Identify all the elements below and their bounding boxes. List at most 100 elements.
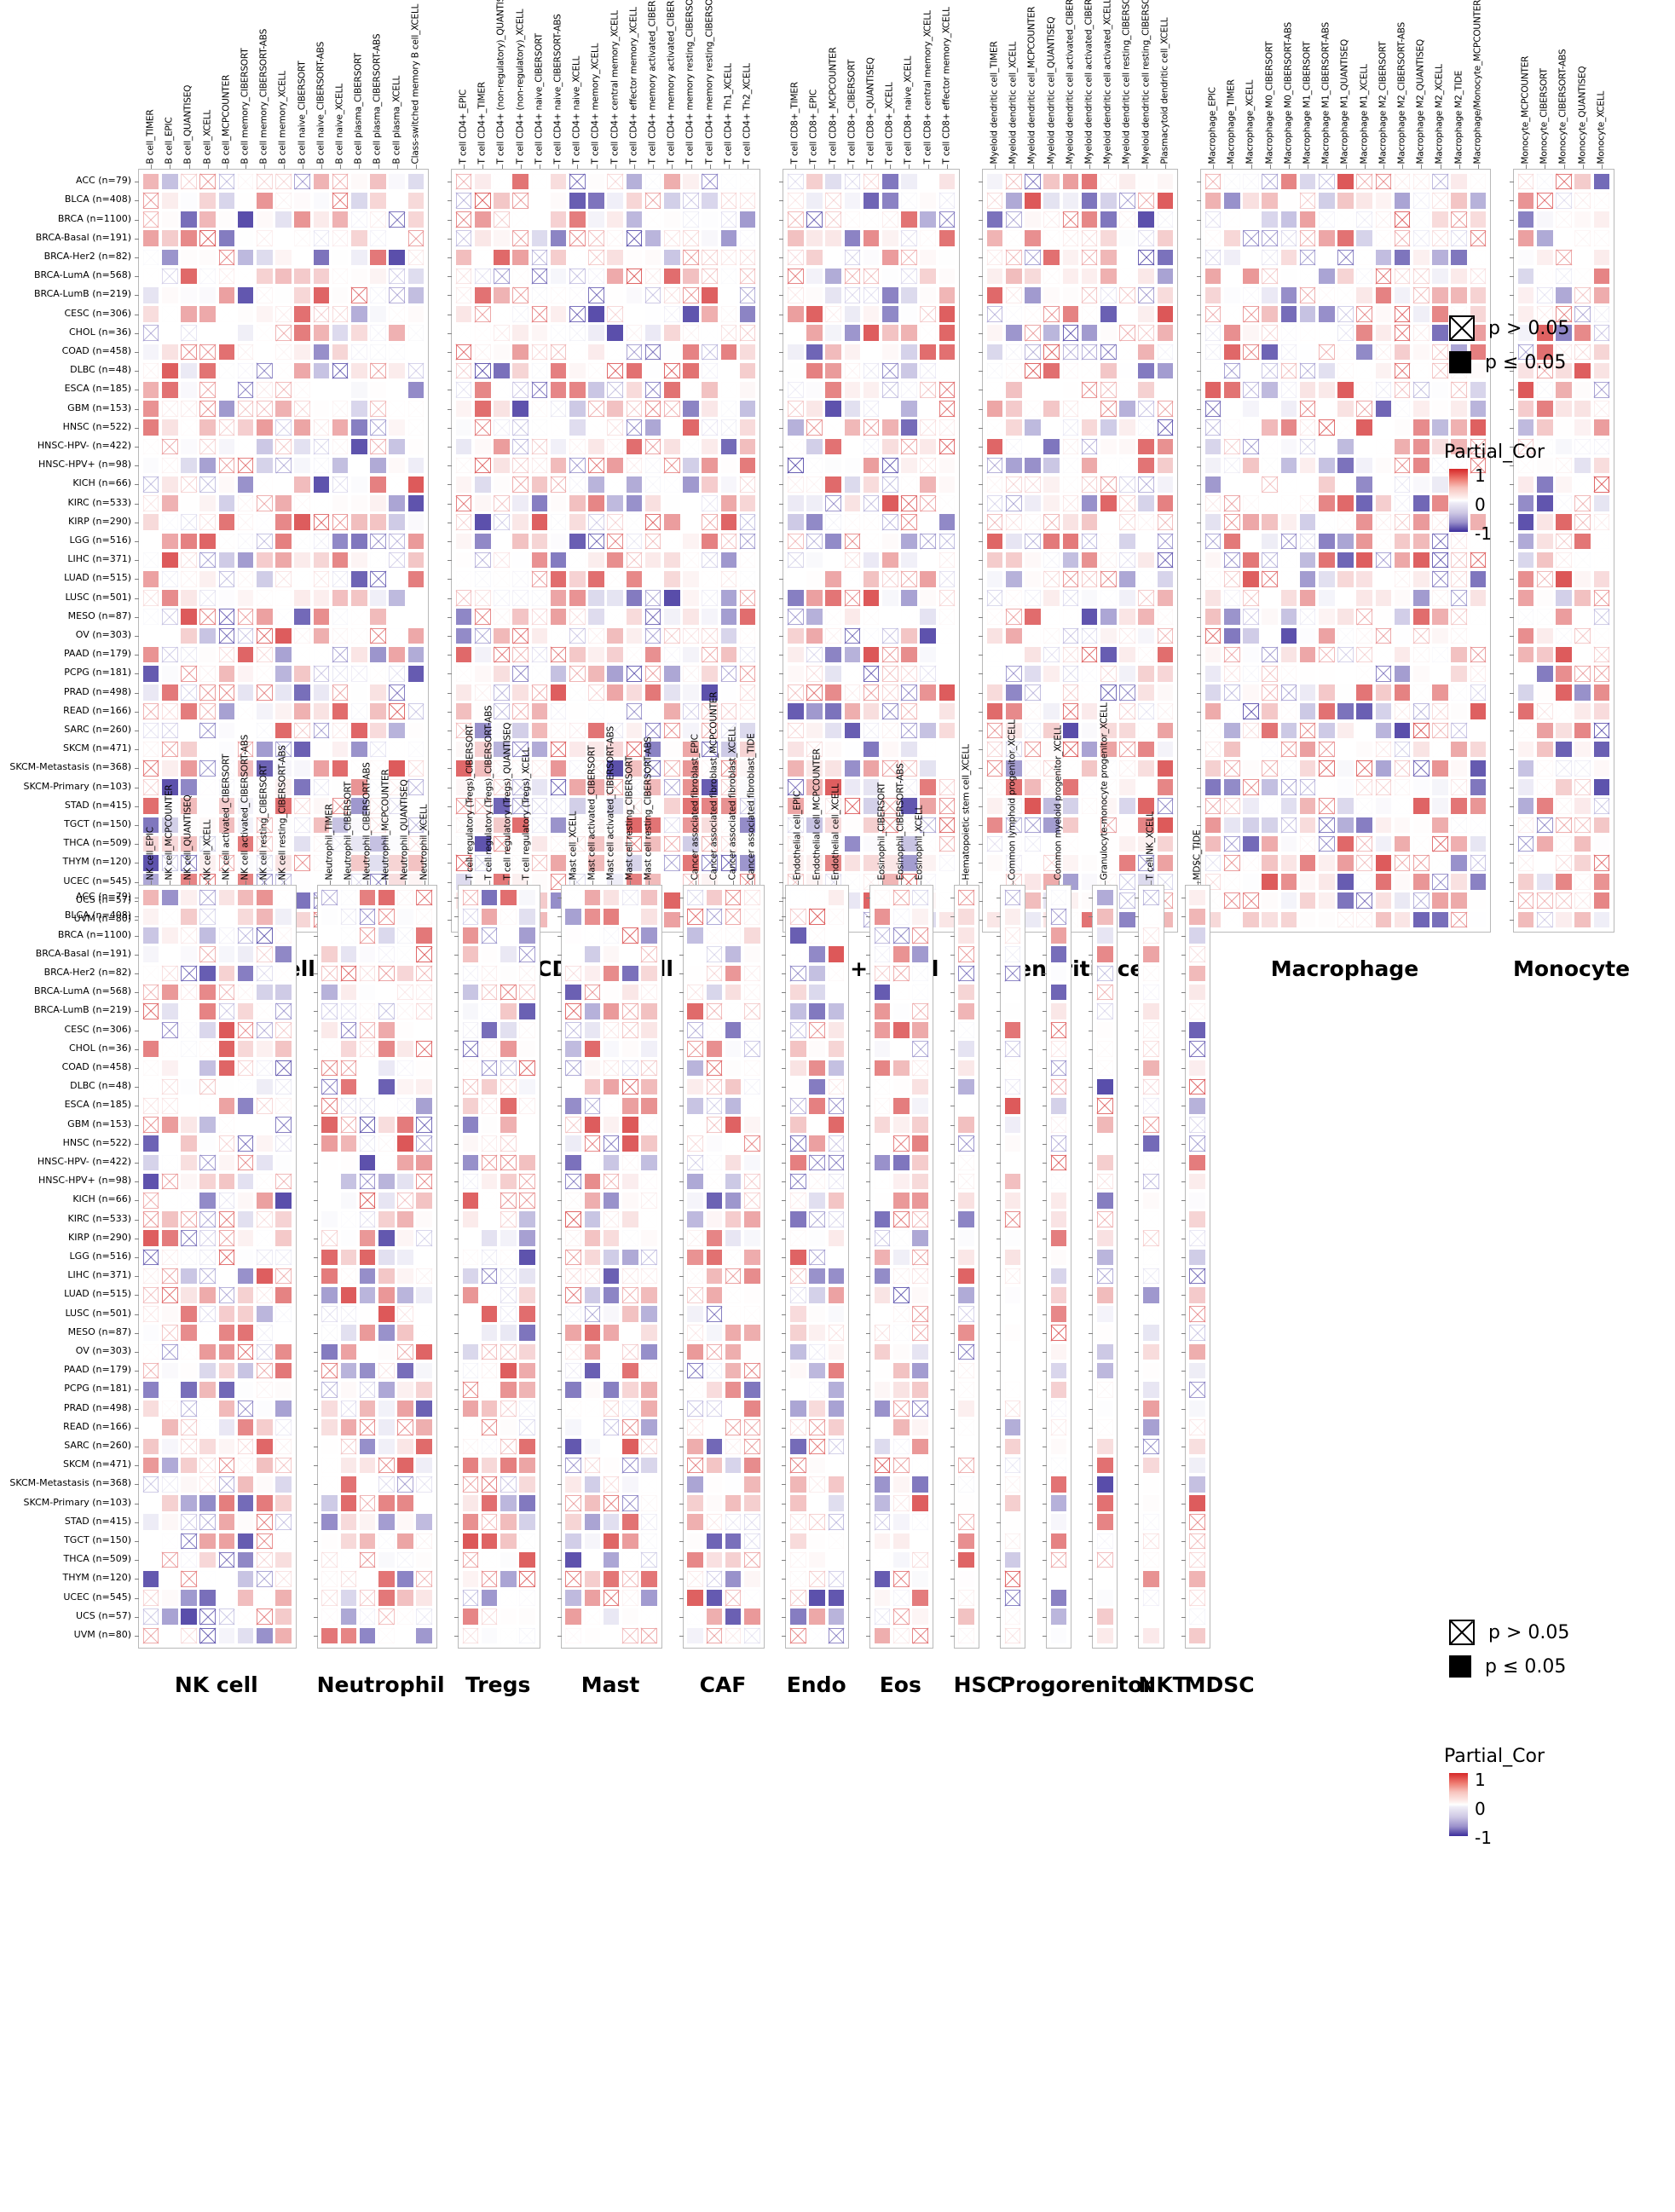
heatmap-cell — [1518, 419, 1534, 436]
row-tick — [782, 1465, 786, 1466]
row-tick — [866, 1181, 870, 1182]
heatmap-cell — [687, 1382, 703, 1398]
heatmap-cell — [725, 1419, 742, 1435]
heatmap-cell — [569, 174, 586, 190]
heatmap-cell — [1574, 552, 1591, 569]
heatmap-cell — [314, 495, 330, 511]
heatmap-cell — [1063, 230, 1079, 246]
heatmap-cell — [143, 1250, 159, 1266]
heatmap-cell — [314, 571, 330, 587]
heatmap-cell — [162, 1382, 178, 1398]
heatmap-cell — [1281, 647, 1297, 663]
heatmap-cell — [314, 306, 330, 322]
heatmap-cell — [569, 609, 586, 625]
heatmap-cell — [788, 419, 804, 436]
heatmap-cell — [987, 174, 1003, 190]
row-label: READ (n=166) — [63, 706, 131, 715]
heatmap-cell — [463, 909, 479, 925]
heatmap-cell — [1119, 495, 1135, 511]
row-tick — [448, 352, 452, 353]
heatmap-cell — [1556, 476, 1572, 493]
row-tick — [779, 560, 783, 561]
heatmap-cell — [920, 382, 936, 398]
heatmap-cell — [143, 363, 159, 379]
heatmap-cell — [604, 1098, 620, 1114]
heatmap-cell — [341, 1098, 357, 1114]
heatmap-cell — [143, 1003, 159, 1019]
heatmap-cell — [744, 890, 760, 906]
heatmap-cell — [627, 534, 643, 550]
heatmap-cell — [825, 534, 841, 550]
heatmap-cell — [1470, 609, 1487, 625]
heatmap-cell — [341, 890, 357, 906]
heatmap-cell — [181, 628, 197, 644]
row-tick — [979, 428, 983, 429]
heatmap-cell — [627, 211, 643, 228]
heatmap-cell — [275, 946, 292, 962]
column-header-label: T cell CD8+ effector memory_XCELL — [942, 7, 951, 164]
heatmap-cell — [604, 1495, 620, 1511]
heatmap-cell — [641, 927, 657, 944]
column-header-label: Macrophage M0_CIBERSORT — [1265, 41, 1274, 164]
row-tick — [679, 1409, 684, 1410]
heatmap-cell — [416, 927, 432, 944]
heatmap-cell — [1243, 230, 1259, 246]
heatmap-cell — [238, 628, 254, 644]
heatmap-cell — [199, 985, 216, 1001]
row-tick — [454, 1257, 459, 1258]
heatmap-cell — [275, 1608, 292, 1625]
heatmap-cell — [627, 476, 643, 493]
row-tick — [782, 1144, 786, 1145]
heatmap-cell — [1376, 193, 1392, 209]
heatmap-cell — [721, 571, 737, 587]
heatmap-cell — [238, 1552, 254, 1568]
heatmap-cell — [1006, 382, 1022, 398]
heatmap-cell — [893, 1174, 910, 1190]
row-tick — [448, 276, 452, 277]
heatmap-cell — [416, 1098, 432, 1114]
row-tick — [454, 1428, 459, 1429]
heatmap-cell — [627, 363, 643, 379]
heatmap-cell — [219, 1401, 235, 1417]
heatmap-cell — [351, 571, 367, 587]
heatmap-cell — [912, 1590, 928, 1606]
heatmap-cell — [1100, 495, 1117, 511]
heatmap-cell — [825, 325, 841, 341]
heatmap-cell — [360, 1041, 376, 1057]
row-label: LUAD (n=515) — [64, 573, 131, 582]
heatmap-cell — [370, 250, 386, 266]
heatmap-cell — [1063, 439, 1079, 455]
heatmap-cell — [1082, 382, 1098, 398]
heatmap-cell — [585, 1230, 601, 1246]
heatmap-cell — [987, 571, 1003, 587]
heatmap-cell — [588, 287, 604, 303]
heatmap-cell — [456, 344, 472, 361]
heatmap-cell — [181, 1041, 197, 1057]
heatmap-cell — [622, 1401, 638, 1417]
row-tick — [135, 560, 139, 561]
heatmap-cell — [987, 230, 1003, 246]
heatmap-cell — [275, 890, 292, 906]
heatmap-cell — [500, 1382, 517, 1398]
heatmap-cell — [588, 684, 604, 701]
heatmap-cell — [1043, 174, 1060, 190]
heatmap-cell — [512, 269, 528, 285]
heatmap-cell — [585, 1325, 601, 1341]
heatmap-cell — [360, 1325, 376, 1341]
heatmap-cell — [806, 647, 823, 663]
heatmap-cell — [294, 325, 310, 341]
heatmap-cell — [875, 1533, 891, 1550]
row-tick — [557, 1541, 562, 1542]
heatmap-cell — [790, 1287, 806, 1303]
heatmap-cell — [721, 306, 737, 322]
row-label: HNSC-HPV- (n=422) — [38, 441, 131, 450]
heatmap-cell — [744, 1230, 760, 1246]
heatmap-cell — [1205, 193, 1222, 209]
heatmap-cell — [219, 666, 235, 682]
heatmap-cell — [607, 287, 623, 303]
heatmap-cell — [740, 419, 756, 436]
heatmap-cell — [143, 344, 159, 361]
heatmap-cell — [416, 1079, 432, 1095]
heatmap-cell — [257, 1439, 273, 1455]
heatmap-cell — [1243, 363, 1259, 379]
